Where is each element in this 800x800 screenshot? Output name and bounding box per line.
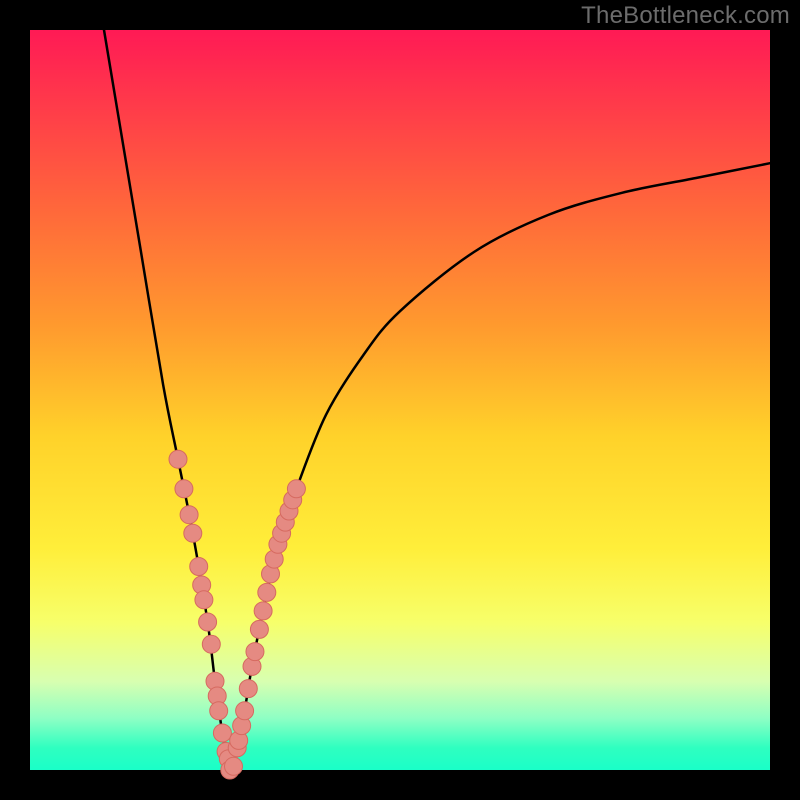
marker-dot — [246, 643, 264, 661]
marker-dot — [287, 480, 305, 498]
chart-svg — [30, 30, 770, 770]
plot-area — [30, 30, 770, 770]
marker-dot — [184, 524, 202, 542]
marker-dot — [175, 480, 193, 498]
marker-dot — [180, 506, 198, 524]
marker-dot — [210, 702, 228, 720]
sample-markers — [169, 450, 305, 779]
marker-dot — [239, 680, 257, 698]
marker-dot — [199, 613, 217, 631]
marker-dot — [202, 635, 220, 653]
marker-dot — [213, 724, 231, 742]
marker-dot — [258, 583, 276, 601]
marker-dot — [236, 702, 254, 720]
bottleneck-curve — [104, 30, 770, 770]
marker-dot — [254, 602, 272, 620]
marker-dot — [195, 591, 213, 609]
chart-frame: TheBottleneck.com — [0, 0, 800, 800]
marker-dot — [190, 558, 208, 576]
watermark-text: TheBottleneck.com — [581, 2, 790, 30]
marker-dot — [169, 450, 187, 468]
marker-dot — [250, 620, 268, 638]
marker-dot — [225, 757, 243, 775]
